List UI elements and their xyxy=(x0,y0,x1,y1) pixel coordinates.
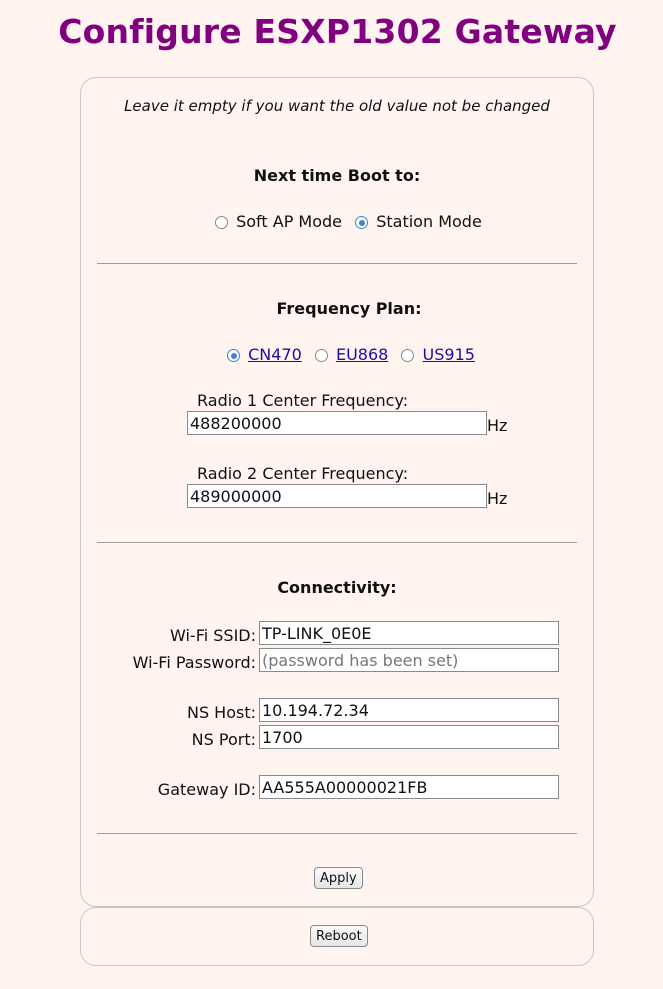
eu868-link[interactable]: EU868 xyxy=(336,345,388,364)
radio1-frequency-label: Radio 1 Center Frequency: xyxy=(197,391,409,410)
connectivity-heading: Connectivity: xyxy=(277,578,397,597)
eu868-radio[interactable] xyxy=(314,349,328,362)
reboot-button[interactable]: Reboot xyxy=(310,925,368,947)
wifi-ssid-input[interactable] xyxy=(259,621,559,645)
reboot-panel: Reboot xyxy=(80,907,594,966)
cn470-link[interactable]: CN470 xyxy=(248,345,302,364)
soft-ap-radio[interactable] xyxy=(215,216,228,229)
ns-host-label: NS Host: xyxy=(186,703,256,722)
frequency-plan-heading: Frequency Plan: xyxy=(276,299,422,318)
cn470-radio[interactable] xyxy=(227,349,240,362)
gateway-id-input[interactable] xyxy=(259,775,559,799)
gateway-id-label: Gateway ID: xyxy=(157,780,256,799)
wifi-password-input[interactable] xyxy=(259,648,559,672)
divider xyxy=(97,263,577,264)
divider xyxy=(97,542,577,543)
us915-link[interactable]: US915 xyxy=(423,345,475,364)
frequency-plan-options: CN470 EU868 US915 xyxy=(227,345,475,364)
form-note: Leave it empty if you want the old value… xyxy=(124,97,550,115)
wifi-ssid-label: Wi-Fi SSID: xyxy=(170,626,256,645)
radio1-frequency-input[interactable] xyxy=(187,411,487,435)
apply-button[interactable]: Apply xyxy=(314,867,363,889)
radio2-unit: Hz xyxy=(487,489,508,508)
boot-options: Soft AP Mode Station Mode xyxy=(215,212,482,231)
boot-heading: Next time Boot to: xyxy=(253,166,421,185)
radio2-frequency-input[interactable] xyxy=(187,484,487,508)
config-form: Leave it empty if you want the old value… xyxy=(80,77,594,907)
wifi-password-label: Wi-Fi Password: xyxy=(132,653,256,672)
soft-ap-label[interactable]: Soft AP Mode xyxy=(236,212,342,231)
radio2-frequency-label: Radio 2 Center Frequency: xyxy=(197,464,409,483)
radio1-unit: Hz xyxy=(487,416,508,435)
page-title: Configure ESXP1302 Gateway xyxy=(58,12,617,51)
station-mode-label[interactable]: Station Mode xyxy=(376,212,482,231)
ns-port-input[interactable] xyxy=(259,725,559,749)
ns-port-label: NS Port: xyxy=(191,730,256,749)
us915-radio[interactable] xyxy=(401,349,415,362)
ns-host-input[interactable] xyxy=(259,698,559,722)
station-mode-radio[interactable] xyxy=(355,216,369,229)
divider xyxy=(97,833,577,834)
